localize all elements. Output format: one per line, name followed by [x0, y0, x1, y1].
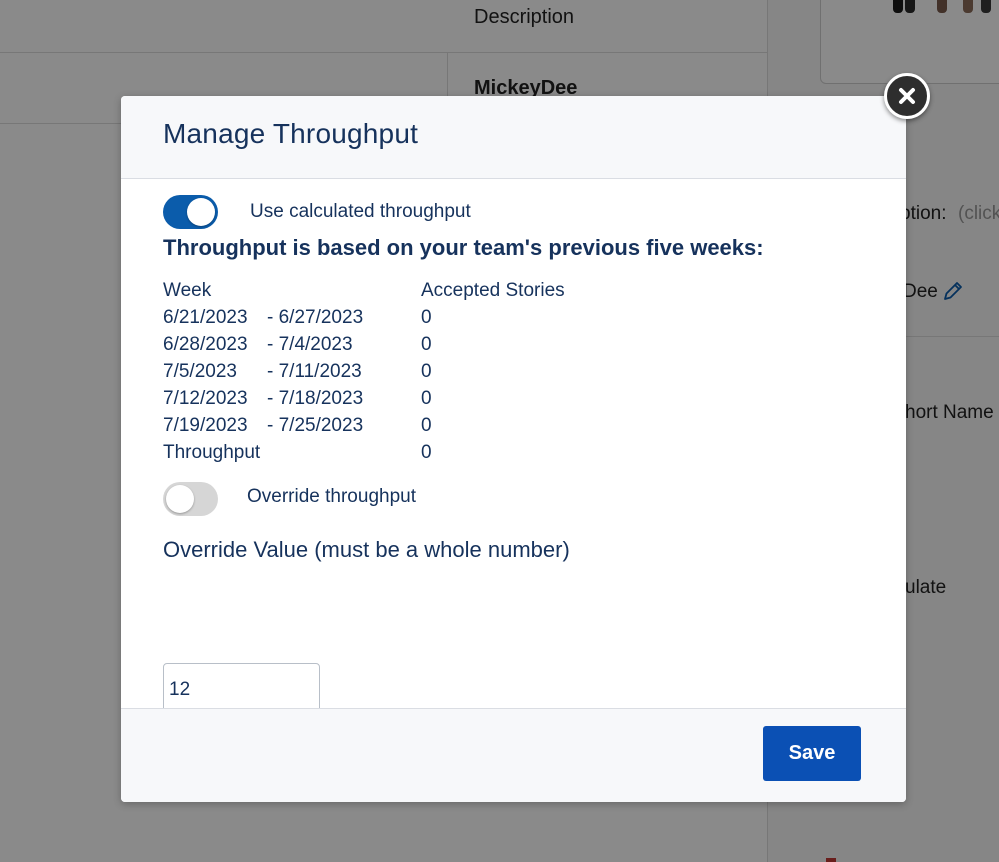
week-end: - 7/11/2023	[267, 361, 362, 382]
week-header: Week	[163, 280, 212, 301]
week-end: - 7/18/2023	[267, 388, 364, 409]
accepted-count: 0	[421, 388, 432, 409]
modal-footer: Save	[121, 708, 906, 802]
close-icon	[899, 88, 915, 104]
override-toggle[interactable]	[163, 482, 218, 516]
toggle-knob	[187, 198, 215, 226]
accepted-stories-header: Accepted Stories	[421, 280, 565, 301]
week-start: 7/12/2023	[163, 388, 248, 409]
toggle-knob	[166, 485, 194, 513]
use-calculated-toggle[interactable]	[163, 195, 218, 229]
accepted-count: 0	[421, 415, 432, 436]
override-label: Override throughput	[247, 486, 416, 507]
week-start: 6/28/2023	[163, 334, 248, 355]
accepted-count: 0	[421, 307, 432, 328]
manage-throughput-modal: Manage Throughput Use calculated through…	[121, 96, 906, 802]
save-button[interactable]: Save	[763, 726, 861, 781]
modal-body: Use calculated throughput Throughput is …	[121, 179, 906, 717]
week-end: - 7/25/2023	[267, 415, 364, 436]
accepted-count: 0	[421, 361, 432, 382]
override-value-heading: Override Value (must be a whole number)	[163, 537, 570, 562]
week-start: 7/5/2023	[163, 361, 237, 382]
accepted-count: 0	[421, 334, 432, 355]
use-calculated-label: Use calculated throughput	[250, 201, 471, 222]
based-on-heading: Throughput is based on your team's previ…	[163, 235, 764, 260]
week-end: - 6/27/2023	[267, 307, 364, 328]
modal-title: Manage Throughput	[163, 118, 419, 149]
modal-header: Manage Throughput	[121, 96, 906, 179]
throughput-total-value: 0	[421, 442, 432, 463]
week-start: 7/19/2023	[163, 415, 248, 436]
week-start: 6/21/2023	[163, 307, 248, 328]
throughput-total-label: Throughput	[163, 442, 261, 463]
week-end: - 7/4/2023	[267, 334, 353, 355]
close-button[interactable]	[884, 73, 930, 119]
